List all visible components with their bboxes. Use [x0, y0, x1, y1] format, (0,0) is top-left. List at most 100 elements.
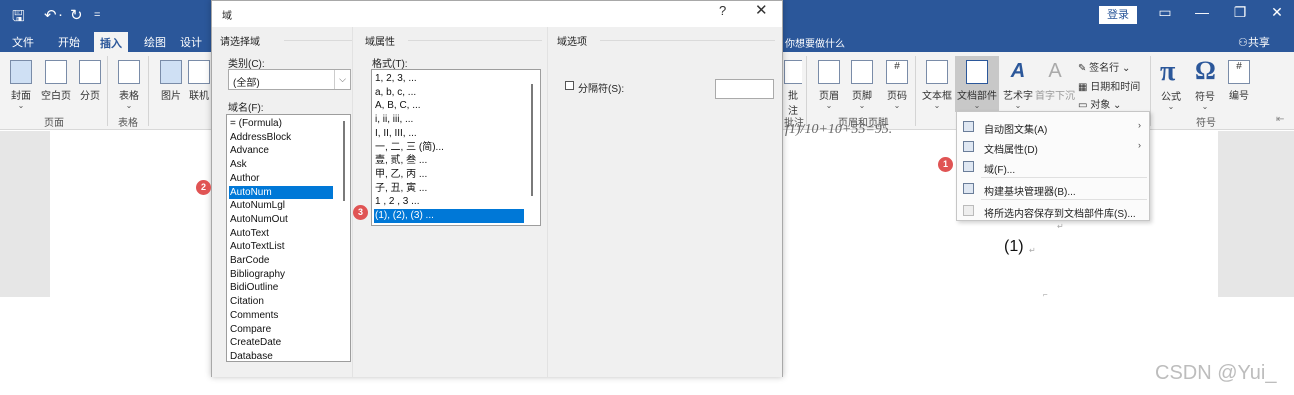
field-name-item[interactable]: Citation	[229, 295, 333, 309]
blank-page-button[interactable]: 空白页	[38, 60, 74, 102]
drop-cap-button[interactable]: A 首字下沉	[1035, 60, 1075, 102]
separator-checkbox[interactable]	[565, 81, 574, 90]
customize-qat-icon[interactable]: =	[94, 9, 100, 21]
field-name-item[interactable]: Ask	[229, 158, 333, 172]
watermark: CSDN @Yui_	[1155, 362, 1277, 384]
help-icon[interactable]: ?	[719, 3, 726, 18]
field-name-item[interactable]: Compare	[229, 323, 333, 337]
restore-icon[interactable]: ❐	[1225, 4, 1255, 21]
dialog-body: 请选择域 类别(C): (全部) ⌵ 域名(F): = (Formula) Add…	[212, 27, 782, 377]
number-icon: #	[1228, 60, 1250, 84]
field-name-item[interactable]: Bibliography	[229, 268, 333, 282]
comment-button[interactable]: 批注	[784, 60, 802, 117]
quick-parts-button[interactable]: 文档部件 ⌄	[955, 56, 999, 112]
person-icon: ⚇	[1238, 37, 1248, 49]
save-icon[interactable]: 🖫	[12, 6, 25, 31]
omega-icon[interactable]: Ω	[1195, 56, 1216, 86]
format-item[interactable]: A, B, C, ...	[374, 99, 524, 113]
field-name-item[interactable]: BarCode	[229, 254, 333, 268]
symbol-button[interactable]: 符号 ⌄	[1194, 88, 1216, 111]
format-item[interactable]: 甲, 乙, 丙 ...	[374, 168, 524, 182]
ribbon-display-icon[interactable]: ▭	[1150, 4, 1180, 21]
format-item[interactable]: a, b, c, ...	[374, 86, 524, 100]
page-number-button[interactable]: # 页码 ⌄	[884, 60, 910, 110]
picture-button[interactable]: 图片	[158, 60, 184, 102]
pi-icon[interactable]: π	[1160, 56, 1175, 88]
group-divider	[1150, 56, 1151, 126]
field-name-item[interactable]: = (Formula)	[229, 117, 333, 131]
field-name-item[interactable]: BidiOutline	[229, 281, 333, 295]
header-button[interactable]: 页眉 ⌄	[816, 60, 842, 110]
page-break-button[interactable]: 分页	[77, 60, 103, 102]
format-list[interactable]: 1, 2, 3, ... a, b, c, ... A, B, C, ... i, i…	[371, 69, 541, 226]
footer-button[interactable]: 页脚 ⌄	[849, 60, 875, 110]
cover-page-button[interactable]: 封面 ⌄	[8, 60, 34, 110]
format-item[interactable]: 1, 2, 3, ...	[374, 72, 524, 86]
quick-parts-icon	[966, 60, 988, 84]
field-names-list[interactable]: = (Formula) AddressBlock Advance Ask Author A…	[226, 114, 351, 362]
collapse-ribbon-icon[interactable]: ⇤	[1276, 114, 1284, 125]
field-name-item[interactable]: AutoNumLgl	[229, 199, 333, 213]
signature-line-label: 签名行	[1089, 63, 1120, 74]
share-button[interactable]: ⚇共享	[1238, 34, 1270, 50]
picture-icon	[160, 60, 182, 84]
online-picture-button[interactable]: 联机	[188, 60, 210, 102]
menu-item-document-property[interactable]: 文档属性(D) ›	[957, 137, 1149, 157]
format-item[interactable]: 一, 二, 三 (简)...	[374, 141, 524, 155]
redo-icon[interactable]: ↻	[70, 6, 83, 24]
column-divider	[547, 27, 548, 377]
close-window-icon[interactable]: ✕	[1262, 4, 1292, 21]
submenu-arrow-icon: ›	[1138, 140, 1141, 150]
field-name-item[interactable]: Comments	[229, 309, 333, 323]
format-item[interactable]: (1), (2), (3) ...	[374, 209, 524, 223]
tab-design[interactable]: 设计	[180, 34, 202, 50]
format-item[interactable]: 壹, 贰, 叁 ...	[374, 154, 524, 168]
field-name-item[interactable]: CreateDate	[229, 336, 333, 350]
close-icon[interactable]: ✕	[755, 1, 768, 19]
format-item[interactable]: i, ii, iii, ...	[374, 113, 524, 127]
page-corner-mark: ⌐	[1043, 290, 1048, 299]
minimize-icon[interactable]: —	[1187, 4, 1217, 20]
menu-item-autotext[interactable]: 自动图文集(A) ›	[957, 117, 1149, 137]
menu-item-field[interactable]: 域(F)...	[957, 157, 1149, 177]
signature-line-button[interactable]: ✎ 签名行 ⌄	[1078, 59, 1130, 74]
number-button[interactable]: # 编号	[1226, 60, 1252, 102]
tab-insert[interactable]: 插入	[94, 32, 128, 52]
scrollbar[interactable]	[531, 84, 533, 196]
chevron-down-icon[interactable]: ⌵	[334, 70, 350, 89]
text-box-icon	[926, 60, 948, 84]
separator-input[interactable]	[715, 79, 774, 99]
field-name-item[interactable]: Author	[229, 172, 333, 186]
field-name-item[interactable]: Advance	[229, 144, 333, 158]
object-button[interactable]: ▭ 对象 ⌄	[1078, 96, 1121, 111]
menu-item-building-blocks[interactable]: 构建基块管理器(B)...	[957, 179, 1149, 199]
object-icon: ▭	[1078, 100, 1088, 111]
field-name-item[interactable]: AutoTextList	[229, 240, 333, 254]
tab-home[interactable]: 开始	[58, 34, 80, 50]
field-name-item[interactable]: AddressBlock	[229, 131, 333, 145]
section-field-properties: 域属性	[365, 37, 395, 48]
equation-button[interactable]: 公式 ⌄	[1160, 88, 1182, 111]
category-select[interactable]: (全部) ⌵	[228, 69, 351, 90]
undo-dropdown-icon[interactable]: ·	[58, 6, 63, 23]
date-time-button[interactable]: ▦ 日期和时间	[1078, 78, 1140, 93]
login-button[interactable]: 登录	[1099, 6, 1137, 24]
menu-item-save-to-gallery: 将所选内容保存到文档部件库(S)...	[957, 201, 1149, 221]
text-box-button[interactable]: 文本框 ⌄	[919, 60, 955, 110]
scrollbar[interactable]	[343, 121, 345, 201]
format-item[interactable]: I, II, III, ...	[374, 127, 524, 141]
undo-icon[interactable]: ↶	[44, 6, 57, 24]
field-name-item[interactable]: AutoText	[229, 227, 333, 241]
table-button[interactable]: 表格 ⌄	[116, 60, 142, 110]
tab-draw[interactable]: 绘图	[144, 34, 166, 50]
field-dialog: 域 ? ✕ 请选择域 类别(C): (全部) ⌵ 域名(F): = (Formu…	[211, 0, 783, 377]
tab-file[interactable]: 文件	[12, 34, 34, 50]
section-line	[600, 40, 775, 41]
format-item[interactable]: 子, 丑, 寅 ...	[374, 182, 524, 196]
field-name-item[interactable]: AutoNumOut	[229, 213, 333, 227]
wordart-button[interactable]: A 艺术字 ⌄	[1000, 60, 1036, 110]
field-name-item[interactable]: Database	[229, 350, 333, 361]
format-item[interactable]: 1 , 2 , 3 ...	[374, 195, 524, 209]
tell-me-box[interactable]: 你想要做什么	[785, 35, 845, 50]
field-name-item[interactable]: AutoNum	[229, 185, 333, 200]
